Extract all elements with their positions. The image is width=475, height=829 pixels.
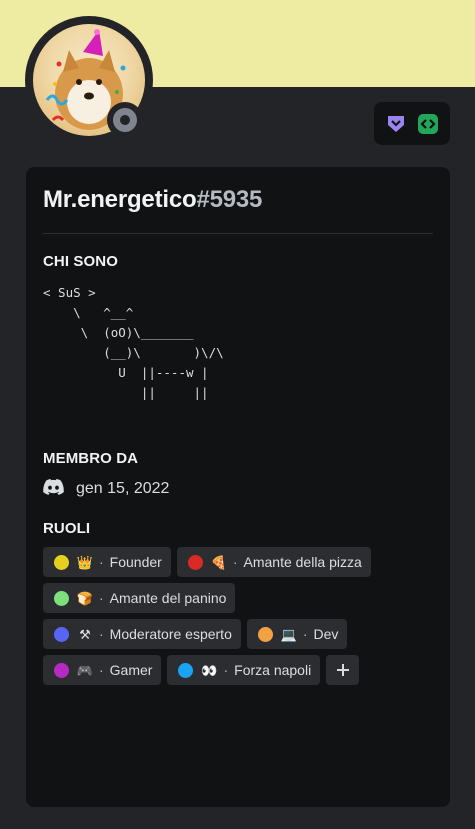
role-label: Amante del panino	[109, 590, 227, 606]
role-separator: ·	[223, 662, 229, 678]
role-color-dot[interactable]	[257, 626, 273, 642]
role-label: Forza napoli	[234, 662, 312, 678]
role-separator: ·	[99, 554, 104, 570]
member-since-date: gen 15, 2022	[76, 480, 170, 497]
active-developer-icon[interactable]	[417, 113, 439, 135]
hammer-pick-icon: ⚒	[79, 626, 91, 642]
about-title: CHI SONO	[43, 253, 118, 270]
role-separator: ·	[99, 662, 104, 678]
add-role-button[interactable]	[326, 655, 360, 685]
role-label: Dev	[313, 626, 339, 642]
role-color-dot[interactable]	[54, 662, 69, 678]
role-separator: ·	[99, 590, 104, 606]
username[interactable]: Mr.energetico#5935	[43, 186, 262, 214]
role-dev[interactable]: 💻 · Dev	[246, 619, 348, 649]
role-label: Moderatore esperto	[109, 626, 232, 642]
gamepad-icon: 🎮	[76, 662, 94, 678]
pizza-icon: 🍕	[210, 554, 227, 570]
role-color-dot[interactable]	[54, 554, 69, 570]
member-since-row: gen 15, 2022	[43, 477, 169, 501]
role-color-dot[interactable]	[54, 626, 69, 642]
bread-icon: 🍞	[76, 590, 94, 606]
role-moderatore-esperto[interactable]: ⚒ · Moderatore esperto	[43, 619, 241, 649]
role-founder[interactable]: 👑 · Founder	[43, 547, 171, 577]
roles-title: RUOLI	[43, 520, 91, 537]
role-amante-della-pizza[interactable]: 🍕 · Amante della pizza	[176, 547, 371, 577]
about-text: < SuS > \ ^__^ \ (oO)\_______ (__)\ )\/\…	[43, 285, 224, 400]
member-since-title: MEMBRO DA	[43, 450, 139, 467]
roles-list: 👑 · Founder 🍕 · Amante della pizza 🍞 · A…	[43, 547, 438, 685]
role-separator: ·	[302, 626, 308, 642]
role-separator: ·	[99, 626, 104, 642]
role-label: Amante della pizza	[243, 554, 362, 570]
role-color-dot[interactable]	[54, 590, 69, 606]
divider	[43, 233, 433, 234]
laptop-icon: 💻	[280, 626, 297, 642]
username-name: Mr.energetico	[43, 186, 197, 213]
crown-icon: 👑	[76, 554, 94, 570]
hypesquad-icon[interactable]	[385, 113, 407, 135]
offline-status-icon	[113, 108, 137, 132]
role-label: Founder	[109, 554, 162, 570]
profile-card: Mr.energetico#5935 CHI SONO < SuS > \ ^_…	[26, 167, 450, 807]
role-separator: ·	[232, 554, 238, 570]
plus-icon	[336, 664, 349, 676]
role-gamer[interactable]: 🎮 · Gamer	[43, 655, 162, 685]
discord-logo-icon	[43, 478, 64, 500]
role-label: Gamer	[109, 662, 153, 678]
eyes-icon: 👀	[201, 662, 218, 678]
status-indicator	[107, 102, 143, 138]
profile-badges	[374, 102, 450, 145]
role-color-dot[interactable]	[187, 554, 203, 570]
role-amante-del-panino[interactable]: 🍞 · Amante del panino	[43, 583, 236, 613]
username-discriminator: #5935	[196, 186, 263, 213]
role-forza-napoli[interactable]: 👀 · Forza napoli	[167, 655, 321, 685]
role-color-dot[interactable]	[178, 662, 194, 678]
